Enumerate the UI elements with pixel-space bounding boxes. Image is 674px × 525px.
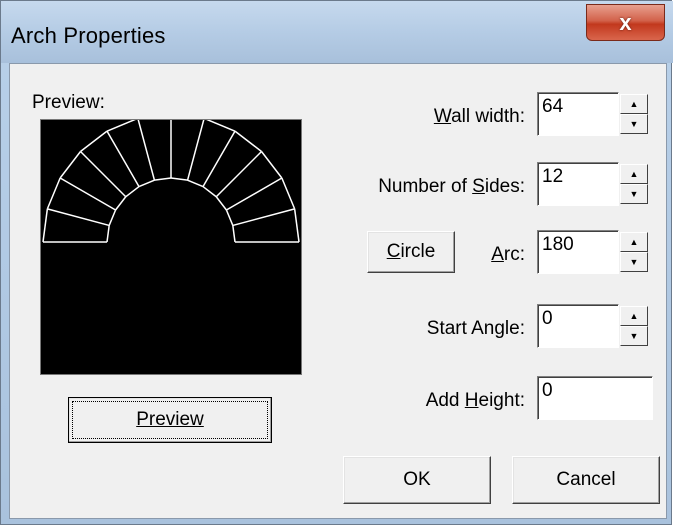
add-height-label: Add Height: bbox=[426, 390, 525, 412]
spin-up-icon[interactable]: ▲ bbox=[620, 306, 648, 326]
arch-outer-edge bbox=[203, 117, 236, 132]
arch-inner-edge bbox=[202, 185, 217, 198]
spin-up-icon[interactable]: ▲ bbox=[620, 232, 648, 252]
wall-width-input[interactable]: 64 bbox=[537, 92, 619, 136]
arch-radial-edge bbox=[79, 150, 127, 198]
add-height-label-pre: Add bbox=[425, 390, 465, 411]
wall-width-label-post: all width: bbox=[451, 106, 525, 127]
add-height-label-post: eight: bbox=[478, 390, 525, 411]
arch-outer-edge bbox=[46, 177, 61, 210]
wall-width-label: Wall width: bbox=[434, 106, 525, 128]
ok-button[interactable]: OK bbox=[343, 456, 491, 504]
arch-inner-edge bbox=[106, 225, 110, 243]
spin-up-icon[interactable]: ▲ bbox=[620, 164, 648, 184]
arch-inner-edge bbox=[225, 209, 234, 226]
preview-label: Preview: bbox=[32, 92, 105, 113]
spin-up-icon[interactable]: ▲ bbox=[620, 94, 648, 114]
number-of-sides-spinner[interactable]: ▲ ▼ bbox=[620, 164, 648, 204]
dialog-window: Arch Properties x Preview: Preview Wall … bbox=[0, 0, 673, 525]
arc-label-accel: A bbox=[491, 244, 504, 265]
arch-outer-edge bbox=[42, 208, 49, 243]
arch-outer-edge bbox=[106, 117, 139, 132]
arch-outer-edge bbox=[293, 208, 300, 243]
arch-inner-edge bbox=[138, 179, 155, 188]
start-angle-label-text: Start Angle: bbox=[426, 318, 525, 339]
close-icon: x bbox=[619, 9, 632, 35]
arch-inner-edge bbox=[154, 177, 172, 181]
preview-button[interactable]: Preview bbox=[68, 397, 272, 443]
arch-radial-edge bbox=[47, 208, 110, 227]
arc-spinner[interactable]: ▲ ▼ bbox=[620, 232, 648, 272]
spin-down-icon[interactable]: ▼ bbox=[620, 114, 648, 134]
arch-inner-edge bbox=[170, 177, 188, 181]
arch-inner-edge bbox=[187, 179, 204, 188]
arc-label: Arc: bbox=[491, 244, 525, 266]
number-of-sides-label: Number of Sides: bbox=[378, 176, 525, 198]
spin-down-icon[interactable]: ▼ bbox=[620, 184, 648, 204]
spin-down-icon[interactable]: ▼ bbox=[620, 326, 648, 346]
arch-radial-edge bbox=[215, 150, 263, 198]
start-angle-label: Start Angle: bbox=[427, 318, 525, 340]
wall-width-label-accel: W bbox=[433, 106, 452, 127]
arch-radial-edge bbox=[202, 130, 236, 187]
wall-width-spinner[interactable]: ▲ ▼ bbox=[620, 94, 648, 134]
arch-outer-edge bbox=[281, 177, 296, 210]
arch-outer-edge bbox=[80, 130, 108, 153]
arch-radial-edge bbox=[59, 177, 116, 211]
arch-radial-edge bbox=[106, 130, 140, 187]
preview-button-text: Preview bbox=[136, 409, 204, 430]
add-height-input[interactable]: 0 bbox=[537, 376, 653, 420]
arch-outer-edge bbox=[234, 130, 262, 153]
arch-radial-edge bbox=[186, 118, 205, 181]
arc-input[interactable]: 180 bbox=[537, 230, 619, 274]
circle-button-label: Circle bbox=[387, 241, 436, 263]
preview-button-label: Preview bbox=[136, 409, 204, 431]
circle-button[interactable]: Circle bbox=[367, 231, 455, 273]
dialog-body: Preview: Preview Wall width: 64 ▲ ▼ Numb… bbox=[9, 63, 667, 519]
arch-inner-edge bbox=[232, 225, 236, 243]
circle-button-text: ircle bbox=[400, 241, 436, 262]
circle-button-accel: C bbox=[386, 241, 401, 262]
start-angle-input[interactable]: 0 bbox=[537, 304, 619, 348]
arch-radial-edge bbox=[226, 177, 283, 211]
arch-preview-canvas bbox=[40, 113, 302, 375]
sides-label-pre: Number of bbox=[378, 176, 473, 197]
sides-label-post: ides: bbox=[484, 176, 525, 197]
arch-radial-edge bbox=[137, 118, 156, 181]
close-button[interactable]: x bbox=[586, 4, 665, 41]
number-of-sides-input[interactable]: 12 bbox=[537, 162, 619, 206]
arch-radial-edge bbox=[232, 208, 295, 227]
start-angle-spinner[interactable]: ▲ ▼ bbox=[620, 306, 648, 346]
arch-inner-edge bbox=[108, 209, 117, 226]
arch-preview-drawing bbox=[42, 113, 300, 243]
arch-inner-edge bbox=[125, 185, 140, 198]
window-title: Arch Properties bbox=[11, 23, 166, 48]
arch-outer-edge bbox=[59, 151, 82, 179]
arch-inner-edge bbox=[114, 196, 127, 211]
add-height-label-accel: H bbox=[464, 390, 479, 411]
arch-inner-edge bbox=[215, 196, 228, 211]
arc-label-post: rc: bbox=[503, 244, 525, 265]
sides-label-accel: S bbox=[472, 176, 485, 197]
cancel-button[interactable]: Cancel bbox=[512, 456, 660, 504]
title-bar[interactable]: Arch Properties x bbox=[1, 1, 673, 63]
arch-outer-edge bbox=[260, 151, 283, 179]
spin-down-icon[interactable]: ▼ bbox=[620, 252, 648, 272]
